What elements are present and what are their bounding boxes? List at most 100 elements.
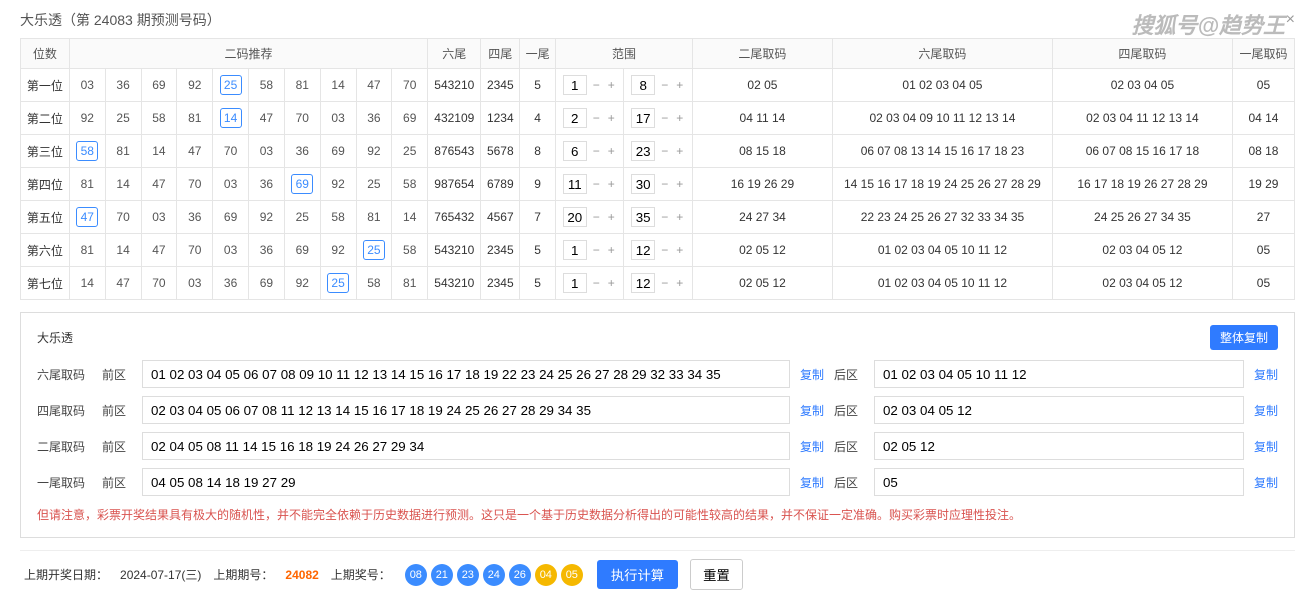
code-cell[interactable]: 14	[320, 69, 356, 102]
code-cell[interactable]: 14	[105, 168, 141, 201]
code-cell[interactable]: 25	[392, 135, 428, 168]
code-cell[interactable]: 14	[69, 267, 105, 300]
code-cell[interactable]: 58	[69, 135, 105, 168]
range-input[interactable]	[631, 207, 655, 227]
code-cell[interactable]: 69	[392, 102, 428, 135]
range-input[interactable]	[563, 141, 587, 161]
code-cell[interactable]: 47	[177, 135, 213, 168]
copy-link[interactable]: 复制	[1254, 402, 1278, 419]
range-input[interactable]	[563, 174, 587, 194]
range-input[interactable]	[563, 240, 587, 260]
code-cell[interactable]: 58	[320, 201, 356, 234]
code-cell[interactable]: 36	[249, 168, 285, 201]
code-cell[interactable]: 03	[213, 168, 249, 201]
code-cell[interactable]: 47	[141, 234, 177, 267]
plus-icon[interactable]: +	[606, 78, 617, 92]
range-input[interactable]	[631, 273, 655, 293]
minus-icon[interactable]: −	[591, 78, 602, 92]
copy-link[interactable]: 复制	[800, 366, 824, 383]
plus-icon[interactable]: +	[674, 111, 685, 125]
code-cell[interactable]: 70	[177, 234, 213, 267]
code-cell[interactable]: 81	[177, 102, 213, 135]
code-cell[interactable]: 81	[284, 69, 320, 102]
plus-icon[interactable]: +	[674, 177, 685, 191]
code-cell[interactable]: 14	[105, 234, 141, 267]
code-cell[interactable]: 25	[356, 168, 392, 201]
code-cell[interactable]: 81	[392, 267, 428, 300]
range-input[interactable]	[631, 240, 655, 260]
code-cell[interactable]: 69	[284, 234, 320, 267]
code-cell[interactable]: 69	[320, 135, 356, 168]
code-cell[interactable]: 03	[141, 201, 177, 234]
copy-link[interactable]: 复制	[1254, 366, 1278, 383]
minus-icon[interactable]: −	[659, 78, 670, 92]
reset-button[interactable]: 重置	[690, 559, 743, 590]
front-input[interactable]	[142, 468, 790, 496]
range-input[interactable]	[631, 174, 655, 194]
code-cell[interactable]: 47	[249, 102, 285, 135]
code-cell[interactable]: 47	[105, 267, 141, 300]
minus-icon[interactable]: −	[659, 177, 670, 191]
minus-icon[interactable]: −	[659, 210, 670, 224]
minus-icon[interactable]: −	[659, 276, 670, 290]
front-input[interactable]	[142, 432, 790, 460]
code-cell[interactable]: 70	[392, 69, 428, 102]
back-input[interactable]	[874, 432, 1244, 460]
code-cell[interactable]: 81	[69, 234, 105, 267]
code-cell[interactable]: 14	[141, 135, 177, 168]
code-cell[interactable]: 81	[105, 135, 141, 168]
code-cell[interactable]: 70	[177, 168, 213, 201]
plus-icon[interactable]: +	[674, 144, 685, 158]
code-cell[interactable]: 58	[356, 267, 392, 300]
code-cell[interactable]: 81	[69, 168, 105, 201]
code-cell[interactable]: 03	[177, 267, 213, 300]
calculate-button[interactable]: 执行计算	[597, 560, 678, 589]
range-input[interactable]	[631, 108, 655, 128]
code-cell[interactable]: 81	[356, 201, 392, 234]
copy-link[interactable]: 复制	[1254, 438, 1278, 455]
range-input[interactable]	[563, 273, 587, 293]
code-cell[interactable]: 92	[320, 168, 356, 201]
code-cell[interactable]: 36	[249, 234, 285, 267]
code-cell[interactable]: 92	[249, 201, 285, 234]
code-cell[interactable]: 25	[320, 267, 356, 300]
code-cell[interactable]: 58	[249, 69, 285, 102]
code-cell[interactable]: 25	[105, 102, 141, 135]
code-cell[interactable]: 92	[69, 102, 105, 135]
code-cell[interactable]: 47	[141, 168, 177, 201]
plus-icon[interactable]: +	[606, 210, 617, 224]
code-cell[interactable]: 36	[177, 201, 213, 234]
copy-all-button[interactable]: 整体复制	[1210, 325, 1278, 350]
minus-icon[interactable]: −	[591, 177, 602, 191]
code-cell[interactable]: 70	[141, 267, 177, 300]
minus-icon[interactable]: −	[591, 210, 602, 224]
front-input[interactable]	[142, 360, 790, 388]
minus-icon[interactable]: −	[591, 144, 602, 158]
minus-icon[interactable]: −	[591, 243, 602, 257]
minus-icon[interactable]: −	[659, 243, 670, 257]
code-cell[interactable]: 69	[141, 69, 177, 102]
minus-icon[interactable]: −	[591, 111, 602, 125]
plus-icon[interactable]: +	[606, 276, 617, 290]
code-cell[interactable]: 92	[320, 234, 356, 267]
copy-link[interactable]: 复制	[800, 438, 824, 455]
code-cell[interactable]: 92	[356, 135, 392, 168]
code-cell[interactable]: 14	[213, 102, 249, 135]
plus-icon[interactable]: +	[674, 276, 685, 290]
range-input[interactable]	[563, 108, 587, 128]
code-cell[interactable]: 47	[69, 201, 105, 234]
code-cell[interactable]: 70	[213, 135, 249, 168]
code-cell[interactable]: 14	[392, 201, 428, 234]
code-cell[interactable]: 70	[284, 102, 320, 135]
back-input[interactable]	[874, 468, 1244, 496]
back-input[interactable]	[874, 396, 1244, 424]
code-cell[interactable]: 58	[392, 234, 428, 267]
plus-icon[interactable]: +	[606, 144, 617, 158]
code-cell[interactable]: 36	[105, 69, 141, 102]
plus-icon[interactable]: +	[674, 210, 685, 224]
back-input[interactable]	[874, 360, 1244, 388]
range-input[interactable]	[563, 75, 587, 95]
close-icon[interactable]: ×	[1286, 11, 1295, 29]
code-cell[interactable]: 36	[284, 135, 320, 168]
plus-icon[interactable]: +	[606, 243, 617, 257]
